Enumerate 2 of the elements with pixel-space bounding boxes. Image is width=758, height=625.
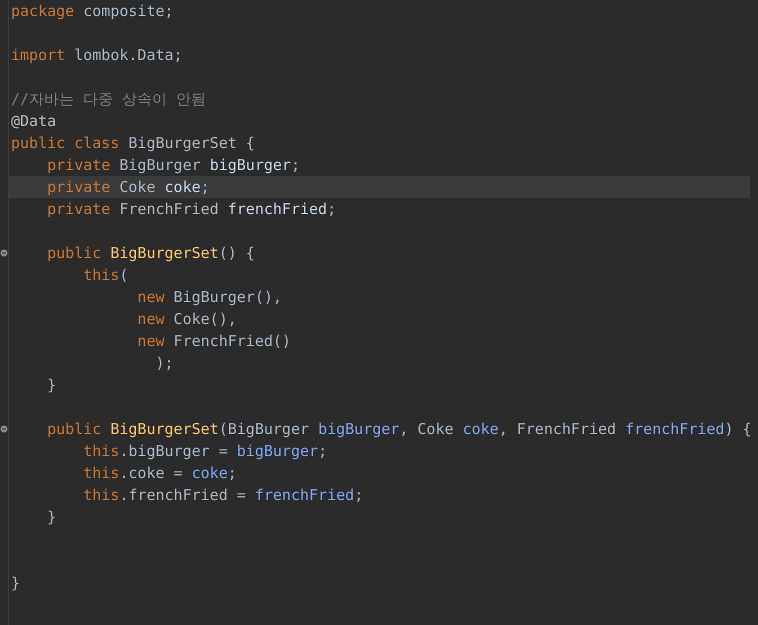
- fold-icon[interactable]: [0, 425, 8, 433]
- fold-icon[interactable]: [0, 249, 8, 257]
